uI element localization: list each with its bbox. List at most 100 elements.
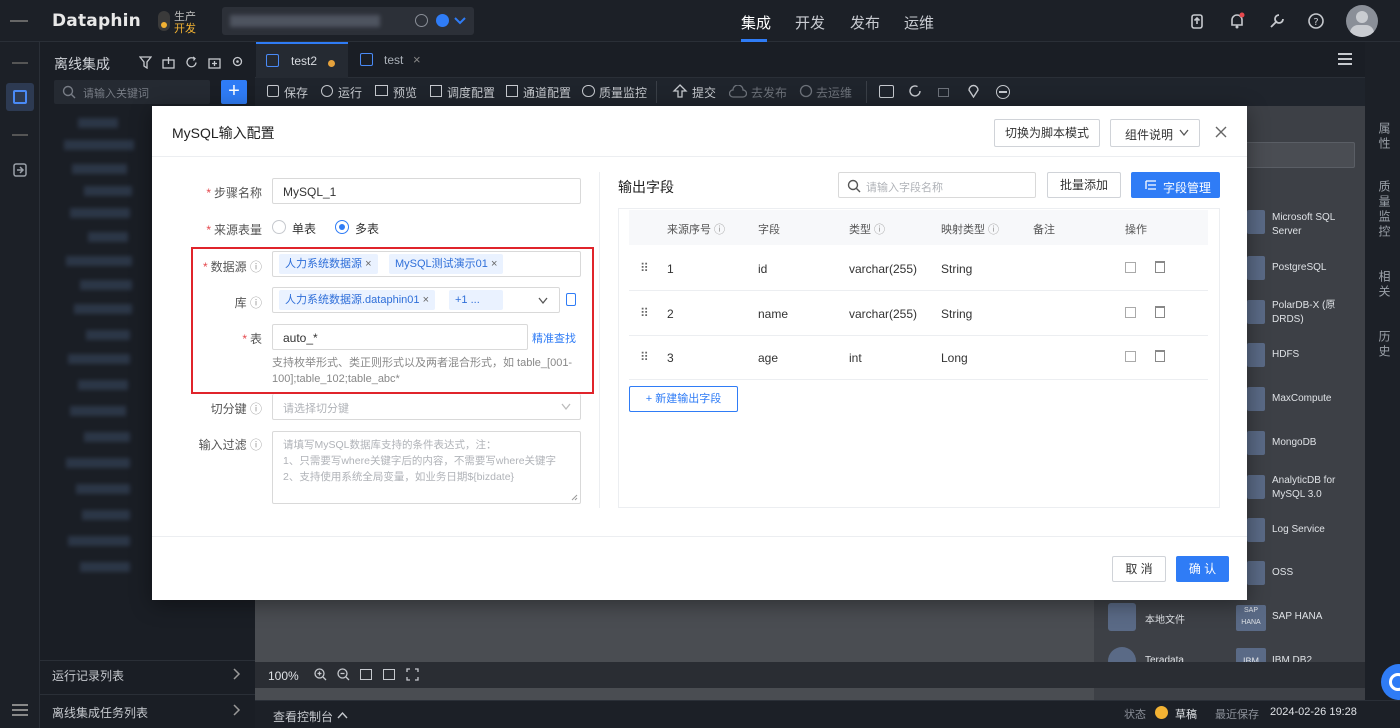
nav-development[interactable]: 开发	[795, 12, 825, 33]
close-tab-icon[interactable]: ×	[413, 52, 421, 67]
tree-item-redacted[interactable]	[66, 256, 132, 266]
app-logo[interactable]: Dataphin	[52, 11, 141, 31]
preview-button[interactable]: 预览	[393, 84, 417, 101]
go-ops-button[interactable]: 去运维	[816, 84, 852, 101]
component-maxcompute[interactable]: MaxCompute	[1272, 393, 1331, 404]
properties-tab[interactable]: 属性	[1376, 122, 1393, 152]
terminal-icon[interactable]	[879, 85, 894, 98]
db-tag[interactable]: 人力系统数据源.dataphin01 ×	[279, 290, 435, 310]
tree-item-redacted[interactable]	[78, 118, 118, 128]
channel-config-button[interactable]: 通道配置	[523, 84, 571, 101]
zoom-out-icon[interactable]	[337, 668, 350, 681]
db-more-tag[interactable]: +1 ...	[449, 290, 503, 310]
save-button[interactable]: 保存	[284, 84, 308, 101]
fullscreen-icon[interactable]	[406, 668, 419, 681]
integration-nav-button[interactable]	[6, 83, 34, 111]
hamburger-icon[interactable]	[12, 704, 28, 716]
component-polardb[interactable]: PolarDB-X (原DRDS)	[1272, 299, 1352, 327]
tree-item-redacted[interactable]	[64, 140, 134, 150]
chevron-down-icon[interactable]	[454, 16, 466, 26]
precise-search-link[interactable]: 精准查找	[532, 330, 576, 346]
menu-grip-icon[interactable]	[10, 20, 28, 22]
nav-publish[interactable]: 发布	[850, 12, 880, 33]
run-records-link[interactable]: 运行记录列表	[52, 667, 124, 684]
tree-item-redacted[interactable]	[86, 330, 130, 340]
component-help-button[interactable]: 组件说明	[1110, 119, 1200, 147]
zoom-level[interactable]: 100%	[268, 669, 299, 683]
layout-icon[interactable]	[383, 669, 395, 680]
split-key-select[interactable]: 请选择切分键	[272, 394, 581, 420]
db-list-icon[interactable]	[566, 293, 576, 306]
tree-item-redacted[interactable]	[68, 354, 130, 364]
tree-item-redacted[interactable]	[82, 510, 130, 520]
switch-script-mode-button[interactable]: 切换为脚本模式	[994, 119, 1100, 147]
component-oss[interactable]: OSS	[1272, 567, 1293, 578]
pin-icon[interactable]	[967, 83, 980, 98]
chevron-right-icon[interactable]	[233, 668, 241, 680]
user-avatar[interactable]	[1346, 5, 1378, 37]
list-menu-icon[interactable]	[1338, 53, 1352, 65]
tree-item-redacted[interactable]	[84, 432, 130, 442]
bell-icon[interactable]	[1228, 12, 1246, 30]
env-switch-icon[interactable]	[158, 11, 170, 31]
import-icon[interactable]	[162, 56, 175, 69]
tree-item-redacted[interactable]	[70, 406, 126, 416]
tree-item-redacted[interactable]	[66, 458, 130, 468]
tree-item-redacted[interactable]	[74, 304, 132, 314]
component-search-input[interactable]	[1238, 142, 1355, 168]
login-icon[interactable]	[12, 162, 28, 178]
tree-item-redacted[interactable]	[84, 186, 132, 196]
tree-item-redacted[interactable]	[78, 380, 128, 390]
related-tab[interactable]: 相关	[1376, 270, 1393, 300]
component-hdfs[interactable]: HDFS	[1272, 349, 1299, 360]
tree-item-redacted[interactable]	[68, 536, 130, 546]
project-selector[interactable]	[222, 7, 474, 35]
add-task-button[interactable]: +	[221, 80, 247, 104]
lock-icon[interactable]	[938, 88, 949, 97]
tree-item-redacted[interactable]	[70, 208, 130, 218]
env-dev-label[interactable]: 开发	[174, 20, 196, 36]
new-output-field-button[interactable]: + 新建输出字段	[629, 386, 738, 412]
fit-icon[interactable]	[360, 669, 372, 680]
go-publish-button[interactable]: 去发布	[751, 84, 787, 101]
task-list-link[interactable]: 离线集成任务列表	[52, 704, 148, 721]
edit-icon[interactable]	[1125, 351, 1136, 362]
reload-icon[interactable]	[908, 84, 922, 98]
component-logservice[interactable]: Log Service	[1272, 524, 1325, 535]
delete-icon[interactable]	[1155, 261, 1165, 273]
db-select[interactable]: 人力系统数据源.dataphin01 × +1 ...	[272, 287, 560, 313]
field-search-input[interactable]: 请输入字段名称	[838, 172, 1036, 198]
radio-multi-table[interactable]	[335, 220, 349, 234]
cancel-button[interactable]: 取 消	[1112, 556, 1166, 582]
tree-item-redacted[interactable]	[88, 232, 128, 242]
radio-single-table[interactable]	[272, 220, 286, 234]
component-mongodb[interactable]: MongoDB	[1272, 437, 1316, 448]
datasource-tag[interactable]: 人力系统数据源 ×	[279, 254, 378, 274]
help-icon[interactable]: ?	[1307, 12, 1325, 30]
more-circle-icon[interactable]	[996, 85, 1010, 99]
location-icon[interactable]	[231, 56, 244, 69]
tree-item-redacted[interactable]	[80, 280, 132, 290]
tab-test[interactable]: test ×	[350, 42, 430, 78]
zoom-in-icon[interactable]	[314, 668, 327, 681]
tree-item-redacted[interactable]	[80, 562, 130, 572]
edit-icon[interactable]	[1125, 307, 1136, 318]
filter-textarea[interactable]: 请填写MySQL数据库支持的条件表达式，注： 1、只需要写where关键字后的内…	[272, 431, 581, 504]
drag-handle-icon[interactable]: ⠿	[640, 261, 649, 275]
close-icon[interactable]	[1215, 126, 1227, 138]
component-postgresql[interactable]: PostgreSQL	[1272, 262, 1326, 273]
nav-integration[interactable]: 集成	[741, 12, 771, 33]
info-icon[interactable]	[415, 14, 428, 27]
drag-handle-icon[interactable]: ⠿	[640, 350, 649, 364]
datasource-tag[interactable]: MySQL测试演示01 ×	[389, 254, 504, 274]
drag-handle-icon[interactable]: ⠿	[640, 306, 649, 320]
datasource-select[interactable]: 人力系统数据源 × MySQL测试演示01 ×	[272, 251, 581, 277]
chevron-right-icon[interactable]	[233, 704, 241, 716]
component-analyticdb[interactable]: AnalyticDB for MySQL 3.0	[1272, 474, 1352, 502]
submit-button[interactable]: 提交	[692, 84, 716, 101]
field-manage-button[interactable]: 字段管理	[1131, 172, 1220, 198]
component-localfile[interactable]: 本地文件	[1145, 611, 1185, 626]
delete-icon[interactable]	[1155, 306, 1165, 318]
wrench-icon[interactable]	[1268, 12, 1286, 30]
edit-icon[interactable]	[1125, 262, 1136, 273]
